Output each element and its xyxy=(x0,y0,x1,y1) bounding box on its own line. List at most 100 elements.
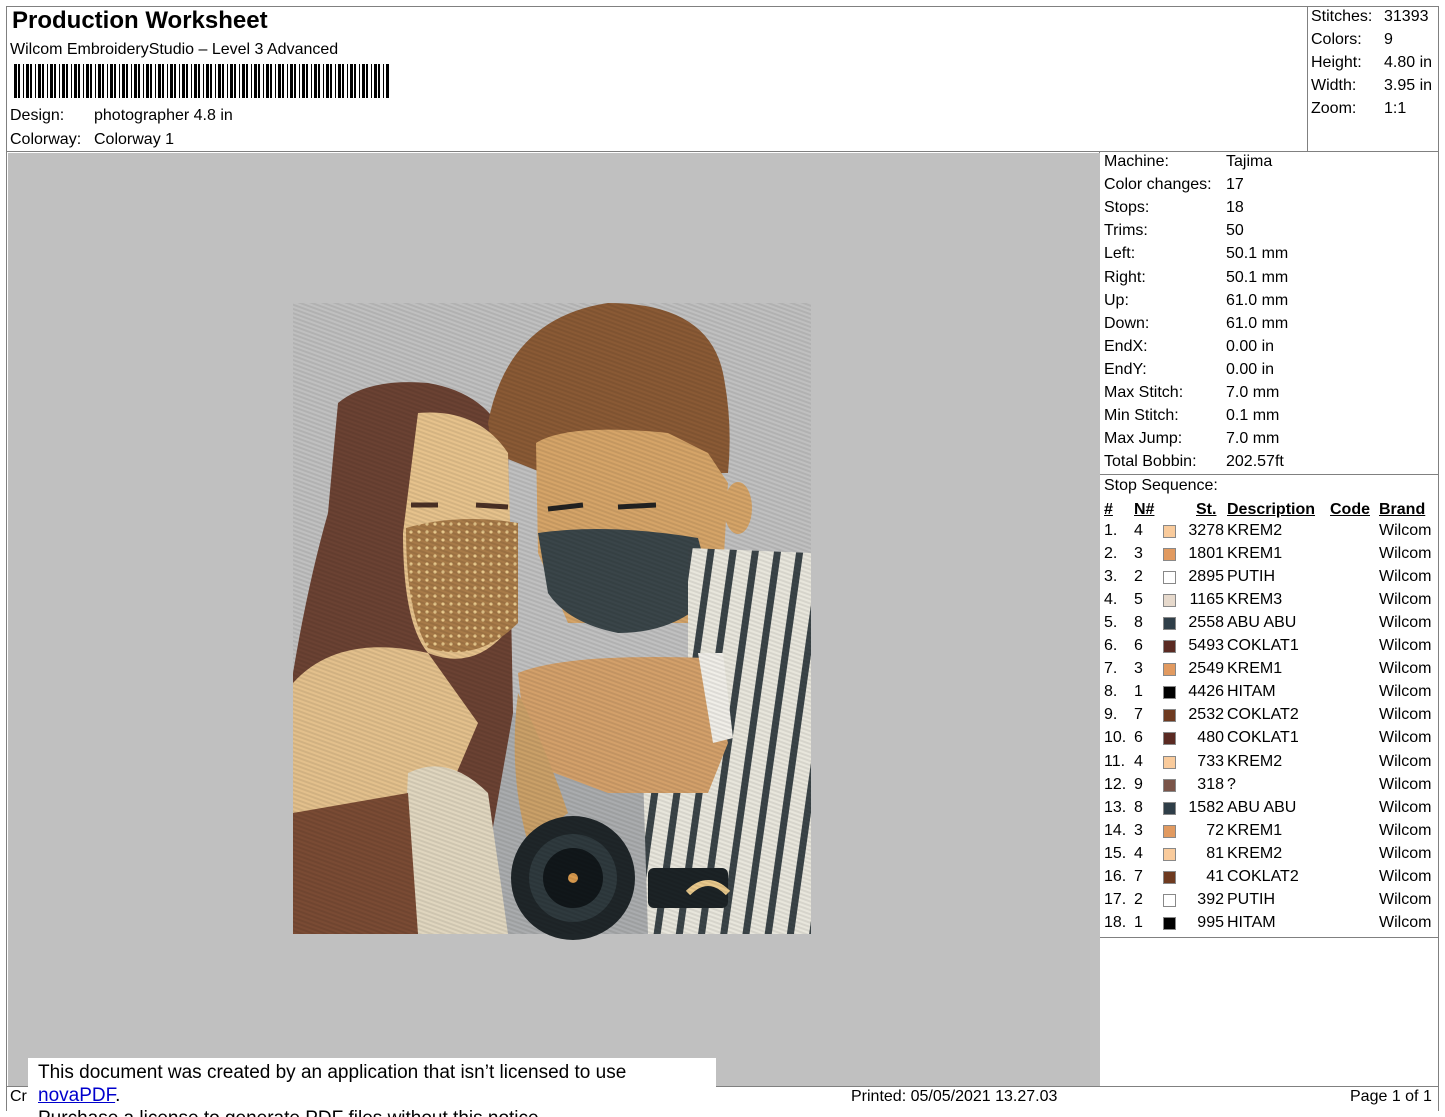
row-stitches: 480 xyxy=(1197,729,1224,747)
machine-info-value: 7.0 mm xyxy=(1226,430,1280,448)
row-index: 5. xyxy=(1104,614,1118,632)
row-brand: Wilcom xyxy=(1379,821,1432,839)
machine-info-row: Right: 50.1 mm xyxy=(1104,269,1288,287)
row-needle: 1 xyxy=(1134,683,1143,701)
table-row: 1. 4 3278 KREM2 Wilcom xyxy=(1102,522,1440,545)
row-brand: Wilcom xyxy=(1379,637,1432,655)
color-swatch xyxy=(1163,548,1176,562)
row-description: KREM1 xyxy=(1227,660,1283,678)
row-needle: 3 xyxy=(1134,821,1143,839)
row-needle: 4 xyxy=(1134,522,1143,539)
summary-value: 9 xyxy=(1384,31,1393,48)
row-stitches: 733 xyxy=(1197,752,1224,770)
table-row: 9. 7 2532 COKLAT2 Wilcom xyxy=(1102,706,1440,729)
machine-info-label: Total Bobbin: xyxy=(1104,453,1197,471)
row-needle: 1 xyxy=(1134,913,1143,931)
color-swatch xyxy=(1163,847,1176,861)
summary-row: Colors: 9 xyxy=(1311,31,1393,49)
col-header-description: Description xyxy=(1227,501,1316,518)
table-row: 2. 3 1801 KREM1 Wilcom xyxy=(1102,545,1440,568)
machine-info-row: EndX: 0.00 in xyxy=(1104,338,1274,356)
notice-text: This document was created by an applicat… xyxy=(38,1062,627,1083)
machine-info-value: 50.1 mm xyxy=(1226,268,1289,286)
page-title: Production Worksheet xyxy=(12,7,268,34)
table-row: 16. 7 41 COKLAT2 Wilcom xyxy=(1102,868,1440,891)
row-brand: Wilcom xyxy=(1379,729,1432,747)
color-swatch xyxy=(1163,686,1176,700)
row-description: KREM3 xyxy=(1227,591,1283,609)
row-needle: 4 xyxy=(1134,844,1143,862)
row-brand: Wilcom xyxy=(1379,775,1432,793)
machine-info-value: 17 xyxy=(1226,176,1244,194)
license-notice: This document was created by an applicat… xyxy=(28,1058,716,1117)
row-brand: Wilcom xyxy=(1379,913,1432,931)
row-brand: Wilcom xyxy=(1379,591,1432,609)
notice-line-2: Purchase a license to generate PDF files… xyxy=(38,1107,706,1117)
row-description: ABU ABU xyxy=(1227,614,1297,632)
design-canvas xyxy=(8,153,1100,1086)
row-brand: Wilcom xyxy=(1379,522,1432,539)
machine-info-row: Up: 61.0 mm xyxy=(1104,292,1288,310)
embroidery-preview xyxy=(293,303,811,940)
row-needle: 5 xyxy=(1134,591,1143,609)
row-brand: Wilcom xyxy=(1379,660,1432,678)
row-brand: Wilcom xyxy=(1379,706,1432,724)
row-brand: Wilcom xyxy=(1379,844,1432,862)
table-row: 12. 9 318? Wilcom xyxy=(1102,776,1440,799)
machine-info-row: Trims: 50 xyxy=(1104,222,1244,240)
col-header-needle: N# xyxy=(1134,501,1155,518)
machine-info-value: 61.0 mm xyxy=(1226,291,1289,309)
row-index: 16. xyxy=(1104,867,1127,885)
row-needle: 4 xyxy=(1134,752,1143,770)
machine-info-value: 0.00 in xyxy=(1226,360,1275,378)
page-number: Page 1 of 1 xyxy=(1350,1088,1432,1105)
machine-info-value: 202.57ft xyxy=(1226,453,1284,471)
row-stitches: 392 xyxy=(1197,890,1224,908)
machine-info-value: 50 xyxy=(1226,222,1244,240)
row-brand: Wilcom xyxy=(1379,683,1432,701)
machine-info-row: EndY: 0.00 in xyxy=(1104,361,1274,379)
row-brand: Wilcom xyxy=(1379,798,1432,816)
row-index: 2. xyxy=(1104,545,1118,563)
machine-info-row: Down: 61.0 mm xyxy=(1104,315,1288,333)
table-row: 14. 3 72 KREM1 Wilcom xyxy=(1102,822,1440,845)
color-swatch xyxy=(1163,525,1176,538)
table-row: 6. 6 5493 COKLAT1 Wilcom xyxy=(1102,637,1440,660)
row-brand: Wilcom xyxy=(1379,545,1432,563)
embroidery-artwork xyxy=(293,303,811,940)
row-description: KREM2 xyxy=(1227,522,1283,539)
notice-period: . xyxy=(115,1085,121,1106)
machine-info-label: Machine: xyxy=(1104,153,1169,170)
row-index: 17. xyxy=(1104,890,1127,908)
novapdf-link[interactable]: novaPDF xyxy=(38,1085,115,1106)
machine-info-value: 61.0 mm xyxy=(1226,314,1289,332)
row-brand: Wilcom xyxy=(1379,890,1432,908)
color-swatch xyxy=(1163,571,1176,585)
color-swatch xyxy=(1163,732,1176,746)
color-swatch xyxy=(1163,801,1176,815)
row-stitches: 72 xyxy=(1206,821,1224,839)
row-index: 13. xyxy=(1104,798,1127,816)
row-index: 9. xyxy=(1104,706,1118,724)
summary-label: Zoom: xyxy=(1311,100,1357,117)
row-needle: 8 xyxy=(1134,798,1143,816)
row-index: 4. xyxy=(1104,591,1118,609)
table-bottom-divider xyxy=(1099,937,1439,938)
machine-info-row: Max Stitch: 7.0 mm xyxy=(1104,384,1279,402)
machine-info-row: Min Stitch: 0.1 mm xyxy=(1104,407,1279,425)
row-description: KREM1 xyxy=(1227,821,1283,839)
table-row: 3. 2 2895 PUTIH Wilcom xyxy=(1102,568,1440,591)
notice-line-1: This document was created by an applicat… xyxy=(38,1061,706,1107)
row-index: 6. xyxy=(1104,637,1118,655)
row-stitches: 2895 xyxy=(1188,568,1224,586)
color-swatch xyxy=(1163,709,1176,723)
col-header-stitches: St. xyxy=(1196,501,1217,518)
row-stitches: 2549 xyxy=(1188,660,1224,678)
row-index: 11. xyxy=(1104,752,1126,770)
machine-info-label: Min Stitch: xyxy=(1104,407,1179,425)
row-stitches: 318 xyxy=(1197,775,1224,793)
col-header-code: Code xyxy=(1330,501,1370,518)
row-stitches: 1582 xyxy=(1188,798,1224,816)
row-description: COKLAT2 xyxy=(1227,706,1299,724)
row-stitches: 2532 xyxy=(1188,706,1224,724)
